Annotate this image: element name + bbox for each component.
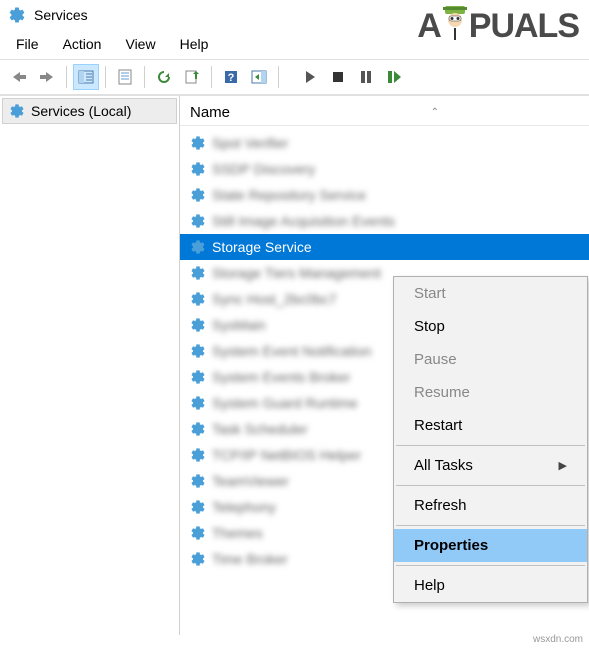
submenu-arrow-icon: ▶	[559, 459, 567, 472]
gear-icon	[190, 265, 206, 281]
gear-icon	[190, 239, 206, 255]
sidebar: Services (Local)	[0, 96, 180, 635]
export-button[interactable]	[179, 64, 205, 90]
sidebar-label: Services (Local)	[31, 103, 131, 119]
context-menu-all-tasks[interactable]: All Tasks▶	[394, 449, 587, 482]
attribution: wsxdn.com	[533, 634, 583, 645]
menu-action[interactable]: Action	[53, 32, 112, 56]
menu-file[interactable]: File	[6, 32, 49, 56]
help-button[interactable]: ?	[218, 64, 244, 90]
restart-service-button[interactable]	[381, 64, 407, 90]
gear-icon	[190, 525, 206, 541]
start-service-button[interactable]	[297, 64, 323, 90]
context-menu: Start Stop Pause Resume Restart All Task…	[393, 276, 588, 603]
context-menu-pause[interactable]: Pause	[394, 343, 587, 376]
gear-icon	[190, 187, 206, 203]
context-menu-restart[interactable]: Restart	[394, 409, 587, 442]
context-menu-resume[interactable]: Resume	[394, 376, 587, 409]
gear-icon	[190, 291, 206, 307]
context-menu-properties[interactable]: Properties	[394, 529, 587, 562]
show-hide-action-pane-button[interactable]	[246, 64, 272, 90]
service-name: Storage Service	[212, 239, 312, 255]
column-header-name[interactable]: Name ⌃	[180, 96, 589, 126]
gear-icon	[190, 499, 206, 515]
menu-help[interactable]: Help	[170, 32, 219, 56]
window-title: Services	[34, 7, 88, 23]
context-menu-refresh[interactable]: Refresh	[394, 489, 587, 522]
refresh-button[interactable]	[151, 64, 177, 90]
sort-arrow-icon: ⌃	[431, 107, 439, 118]
gear-icon	[190, 395, 206, 411]
context-menu-stop[interactable]: Stop	[394, 310, 587, 343]
gear-icon	[190, 473, 206, 489]
service-row[interactable]: State Repository Service	[180, 182, 589, 208]
gear-icon	[190, 135, 206, 151]
gear-icon	[9, 103, 25, 119]
show-hide-tree-button[interactable]	[73, 64, 99, 90]
gear-icon	[190, 213, 206, 229]
sidebar-services-local[interactable]: Services (Local)	[2, 98, 177, 124]
gear-icon	[190, 161, 206, 177]
gear-icon	[190, 447, 206, 463]
svg-text:?: ?	[228, 72, 235, 84]
service-row-storage-service[interactable]: Storage Service	[180, 234, 589, 260]
separator	[396, 525, 585, 526]
pause-service-button[interactable]	[353, 64, 379, 90]
gear-icon	[190, 421, 206, 437]
gear-icon	[190, 369, 206, 385]
stop-service-button[interactable]	[325, 64, 351, 90]
services-icon	[8, 6, 26, 24]
separator	[396, 565, 585, 566]
menu-view[interactable]: View	[115, 32, 165, 56]
separator	[396, 485, 585, 486]
toolbar: ?	[0, 59, 589, 95]
context-menu-help[interactable]: Help	[394, 569, 587, 602]
service-row[interactable]: Still Image Acquisition Events	[180, 208, 589, 234]
context-menu-start[interactable]: Start	[394, 277, 587, 310]
gear-icon	[190, 317, 206, 333]
service-row[interactable]: SSDP Discovery	[180, 156, 589, 182]
brand-logo: A PUALS	[417, 4, 579, 49]
forward-button[interactable]	[34, 64, 60, 90]
properties-button[interactable]	[112, 64, 138, 90]
gear-icon	[190, 551, 206, 567]
back-button[interactable]	[6, 64, 32, 90]
service-row[interactable]: Spot Verifier	[180, 130, 589, 156]
gear-icon	[190, 343, 206, 359]
separator	[396, 445, 585, 446]
